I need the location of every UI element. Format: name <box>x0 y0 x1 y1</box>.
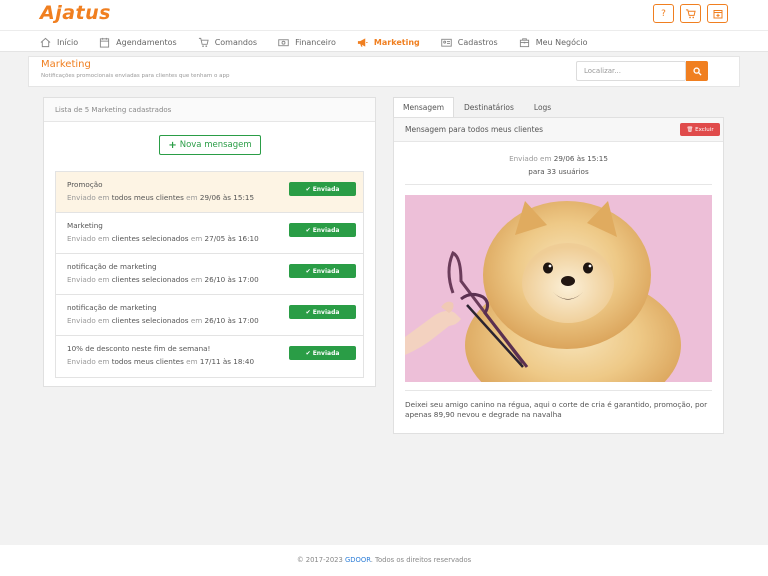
list-item-title: notificação de marketing <box>67 262 157 271</box>
list-item-meta: Enviado em clientes selecionados em 27/0… <box>67 234 259 243</box>
status-badge: ✔ Enviada <box>289 264 356 278</box>
divider <box>405 184 712 185</box>
nav-label: Agendamentos <box>116 37 177 47</box>
list-item[interactable]: Marketing Enviado em clientes selecionad… <box>56 213 363 254</box>
check-icon: ✔ <box>305 226 311 234</box>
plus-icon: + <box>168 139 177 151</box>
new-message-button[interactable]: + Nova mensagem <box>159 135 261 155</box>
detail-title: Mensagem para todos meus clientes <box>405 125 544 134</box>
new-message-label: Nova mensagem <box>179 140 252 150</box>
list-item[interactable]: Promoção Enviado em todos meus clientes … <box>56 172 363 213</box>
divider <box>405 390 712 391</box>
nav-item-inicio[interactable]: Início <box>40 37 78 48</box>
cart-icon <box>198 37 209 47</box>
list-item[interactable]: notificação de marketing Enviado em clie… <box>56 295 363 336</box>
nav-label: Comandos <box>214 37 258 47</box>
footer-suffix: . Todos os direitos reservados <box>370 556 472 564</box>
top-bar: Ajatus ? <box>0 0 768 30</box>
detail-header: Mensagem para todos meus clientes 🗑 Excl… <box>394 118 723 142</box>
message-image <box>405 195 712 382</box>
calendar-icon <box>100 37 110 48</box>
list-item-title: notificação de marketing <box>67 303 157 312</box>
message-body: Deixei seu amigo canino na régua, aqui o… <box>405 400 708 419</box>
nav-label: Cadastros <box>457 37 498 47</box>
nav-label: Financeiro <box>295 37 336 47</box>
detail-tabs: Mensagem Destinatários Logs <box>393 97 561 118</box>
check-icon: ✔ <box>305 267 311 275</box>
search-icon <box>692 66 702 76</box>
list-item-title: Marketing <box>67 221 103 230</box>
help-icon[interactable]: ? <box>653 4 674 23</box>
main-nav: Início Agendamentos Comandos Financeiro … <box>0 30 768 52</box>
brand-logo[interactable]: Ajatus <box>40 2 111 24</box>
delete-button[interactable]: 🗑 Excluir <box>680 123 720 136</box>
footer-company-link[interactable]: GDOOR <box>345 556 371 564</box>
home-icon <box>40 37 51 47</box>
tab-destinatarios[interactable]: Destinatários <box>454 97 524 118</box>
list-item[interactable]: 10% de desconto neste fim de semana! Env… <box>56 336 363 377</box>
page-subtitle: Notificações promocionais enviadas para … <box>41 73 230 79</box>
nav-label: Início <box>57 37 79 47</box>
status-badge: ✔ Enviada <box>289 182 356 196</box>
nav-item-marketing[interactable]: Marketing <box>357 37 420 48</box>
check-icon: ✔ <box>305 308 311 316</box>
search-input[interactable] <box>576 61 686 81</box>
megaphone-icon <box>357 37 368 47</box>
search-button[interactable] <box>686 61 708 81</box>
check-icon: ✔ <box>305 185 311 193</box>
status-badge: ✔ Enviada <box>289 223 356 237</box>
id-card-icon <box>441 38 452 47</box>
recipients-count: para 33 usuários <box>528 167 589 176</box>
page-header: Marketing Notificações promocionais envi… <box>28 56 740 87</box>
message-list: Promoção Enviado em todos meus clientes … <box>55 171 364 378</box>
list-item-meta: Enviado em clientes selecionados em 26/1… <box>67 275 259 284</box>
list-item-title: Promoção <box>67 180 103 189</box>
store-icon <box>519 37 529 47</box>
tab-logs[interactable]: Logs <box>524 97 561 118</box>
sent-info: Enviado em 29/06 às 15:15 para 33 usuári… <box>394 152 723 178</box>
calendar-add-icon[interactable] <box>707 4 728 23</box>
status-badge: ✔ Enviada <box>289 305 356 319</box>
list-item[interactable]: notificação de marketing Enviado em clie… <box>56 254 363 295</box>
check-icon: ✔ <box>305 349 311 357</box>
nav-label: Marketing <box>373 37 420 47</box>
nav-item-comandos[interactable]: Comandos <box>198 37 257 48</box>
nav-item-meu-negocio[interactable]: Meu Negócio <box>519 37 588 48</box>
footer-copyright: © 2017-2023 <box>296 556 343 564</box>
list-item-meta: Enviado em todos meus clientes em 29/06 … <box>67 193 255 202</box>
message-detail-panel: Mensagem para todos meus clientes 🗑 Excl… <box>393 117 724 434</box>
status-badge: ✔ Enviada <box>289 346 356 360</box>
top-icons: ? <box>653 4 728 23</box>
nav-item-financeiro[interactable]: Financeiro <box>278 37 336 48</box>
money-icon <box>278 38 289 46</box>
list-item-title: 10% de desconto neste fim de semana! <box>67 344 211 353</box>
page-title: Marketing <box>41 59 91 70</box>
marketing-list-panel: Lista de 5 Marketing cadastrados + Nova … <box>43 97 376 387</box>
list-item-meta: Enviado em clientes selecionados em 26/1… <box>67 316 259 325</box>
nav-label: Meu Negócio <box>535 37 588 47</box>
list-header: Lista de 5 Marketing cadastrados <box>44 98 375 122</box>
trash-icon: 🗑 <box>686 126 694 133</box>
cart-icon[interactable] <box>680 4 701 23</box>
list-item-meta: Enviado em todos meus clientes em 17/11 … <box>67 357 255 366</box>
nav-item-agendamentos[interactable]: Agendamentos <box>99 37 177 48</box>
footer: © 2017-2023 GDOOR. Todos os direitos res… <box>0 545 768 576</box>
tab-mensagem[interactable]: Mensagem <box>393 97 455 118</box>
nav-item-cadastros[interactable]: Cadastros <box>441 37 498 48</box>
